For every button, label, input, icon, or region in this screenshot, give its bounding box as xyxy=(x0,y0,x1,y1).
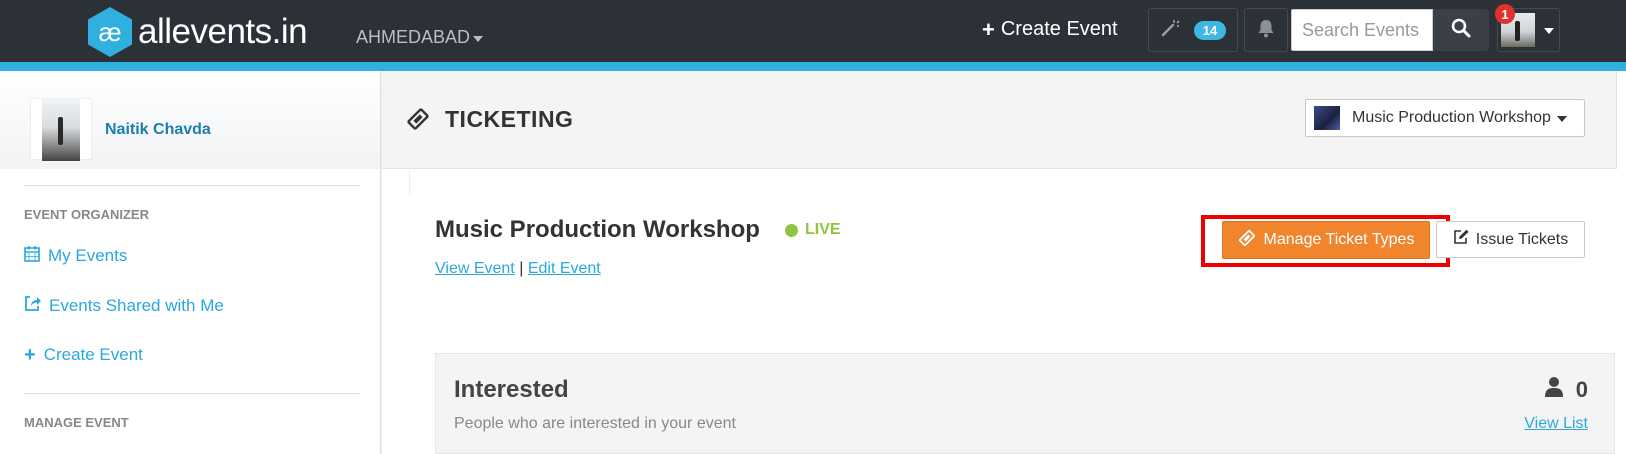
plus-icon: + xyxy=(24,344,36,366)
user-icon xyxy=(1544,376,1576,404)
plus-icon: + xyxy=(982,16,995,42)
site-logo[interactable]: æ allevents.in xyxy=(84,6,308,58)
sidebar-item-my-events[interactable]: My Events xyxy=(24,245,127,267)
content-tab-edge xyxy=(382,170,410,196)
status-badge: LIVE xyxy=(785,221,841,239)
calendar-icon xyxy=(24,245,48,267)
card-description: People who are interested in your event xyxy=(454,415,736,432)
recommendations-count-badge: 14 xyxy=(1193,20,1227,40)
sidebar-divider xyxy=(24,393,360,394)
profile-name[interactable]: Naitik Chavda xyxy=(105,121,211,139)
create-event-nav-link[interactable]: + Create Event xyxy=(982,18,1118,41)
chevron-down-icon xyxy=(1544,28,1554,34)
page-title: TICKETING xyxy=(445,106,574,132)
sidebar-item-label: My Events xyxy=(48,246,128,265)
logo-text: allevents.in xyxy=(138,12,308,51)
section-heading-event-organizer: EVENT ORGANIZER xyxy=(24,207,149,222)
create-event-label: Create Event xyxy=(1000,18,1118,40)
share-icon xyxy=(24,295,49,316)
sidebar-item-create-event[interactable]: + Create Event xyxy=(24,345,143,365)
city-label: AHMEDABAD xyxy=(356,27,471,47)
count-value: 0 xyxy=(1575,377,1588,402)
search-input[interactable] xyxy=(1292,10,1432,50)
city-selector[interactable]: AHMEDABAD xyxy=(356,27,484,48)
interested-count: 0 xyxy=(1544,376,1588,404)
interested-card: Interested People who are interested in … xyxy=(435,353,1615,454)
sidebar-item-events-shared[interactable]: Events Shared with Me xyxy=(24,295,224,316)
search-button[interactable] xyxy=(1433,9,1489,51)
logo-hexagon-icon: æ xyxy=(84,6,136,58)
event-selector-dropdown[interactable]: Music Production Workshop xyxy=(1305,99,1585,137)
event-thumbnail xyxy=(1314,106,1340,130)
event-title: Music Production Workshop xyxy=(435,216,760,243)
manage-ticket-types-button[interactable]: Manage Ticket Types xyxy=(1222,221,1430,259)
view-event-link[interactable]: View Event xyxy=(435,260,515,277)
view-list-link[interactable]: View List xyxy=(1524,415,1588,433)
search-icon xyxy=(1451,18,1471,43)
issue-tickets-button[interactable]: Issue Tickets xyxy=(1436,221,1585,258)
edit-event-link[interactable]: Edit Event xyxy=(528,260,601,277)
magic-wand-icon xyxy=(1160,18,1180,43)
live-dot-icon xyxy=(785,223,798,237)
event-links: View Event | Edit Event xyxy=(435,260,601,278)
section-heading-manage-event: MANAGE EVENT xyxy=(24,415,129,430)
sidebar: Naitik Chavda EVENT ORGANIZER My Events … xyxy=(0,71,380,454)
status-label: LIVE xyxy=(805,221,841,238)
navbar-accent-stripe xyxy=(0,62,1626,71)
link-separator: | xyxy=(519,260,524,277)
ticket-icon xyxy=(406,107,430,136)
bell-icon xyxy=(1257,18,1275,43)
manage-ticket-types-label: Manage Ticket Types xyxy=(1263,231,1415,248)
chevron-down-icon xyxy=(1556,116,1567,122)
card-title: Interested xyxy=(454,376,569,403)
ticket-icon xyxy=(1238,229,1264,252)
svg-text:æ: æ xyxy=(98,17,121,47)
chevron-down-icon xyxy=(473,35,484,42)
notification-count-badge: 1 xyxy=(1495,4,1515,24)
recommendations-button[interactable]: 14 xyxy=(1148,8,1238,52)
sidebar-divider xyxy=(24,185,360,186)
issue-tickets-label: Issue Tickets xyxy=(1475,230,1569,248)
edit-icon xyxy=(1453,229,1476,250)
event-selector-label: Music Production Workshop xyxy=(1352,109,1551,126)
sidebar-item-label: Events Shared with Me xyxy=(49,295,224,315)
sidebar-item-label: Create Event xyxy=(43,345,143,364)
profile-photo[interactable] xyxy=(30,98,92,161)
notifications-button[interactable] xyxy=(1244,8,1288,52)
profile-card: Naitik Chavda xyxy=(0,71,380,169)
search-box xyxy=(1291,9,1433,51)
